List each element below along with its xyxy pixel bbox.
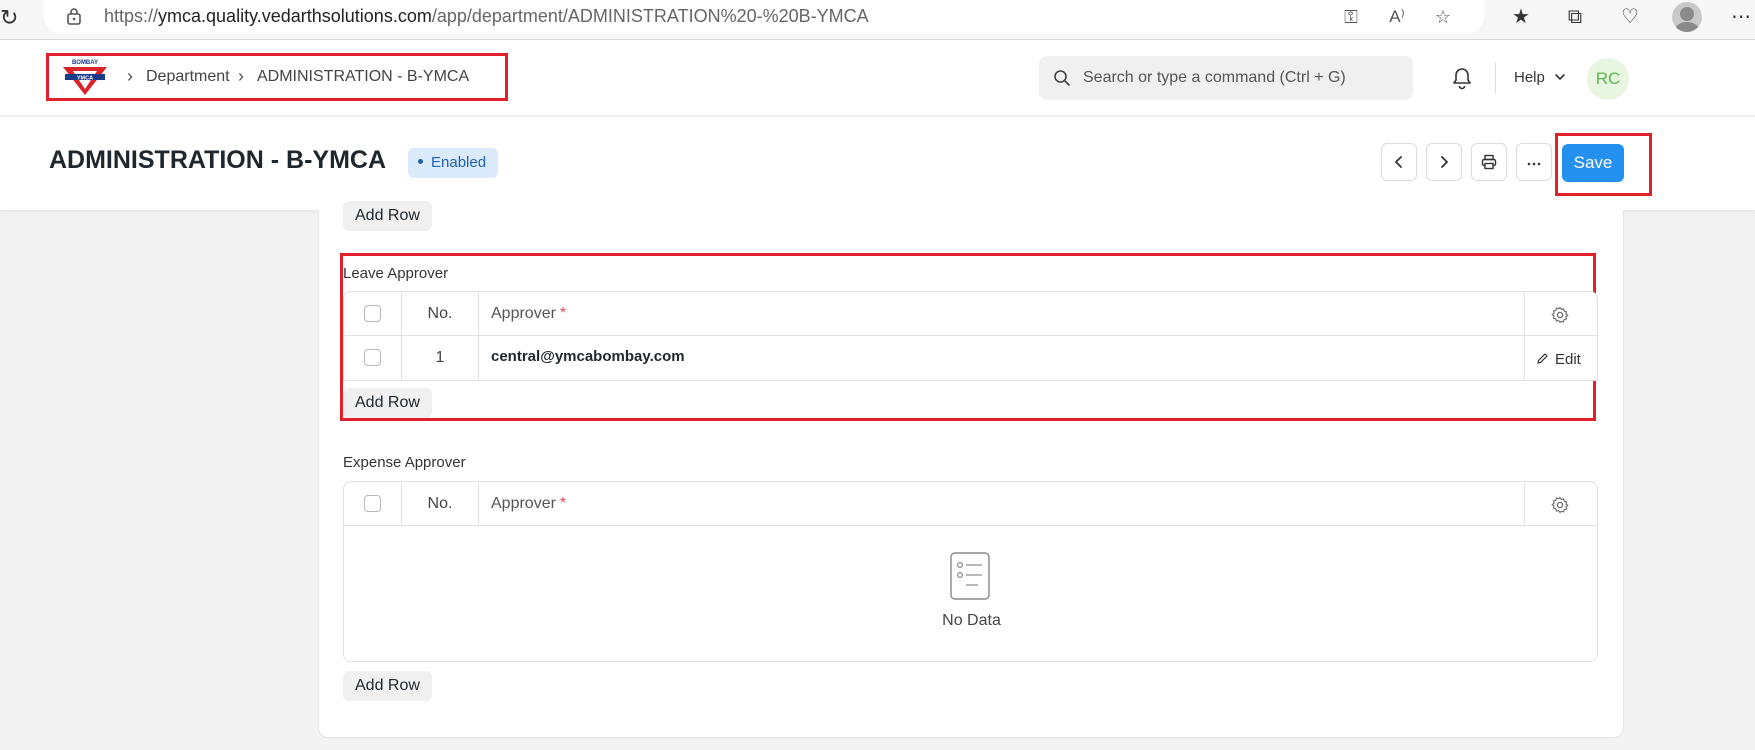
leave-approver-label: Leave Approver <box>343 265 449 282</box>
breadcrumb-highlight: BOMBAY YMCA › Department › ADMINISTRATIO… <box>46 53 508 101</box>
chevron-down-icon[interactable] <box>1554 72 1566 82</box>
notification-bell-icon[interactable] <box>1451 66 1473 90</box>
column-divider <box>478 482 479 526</box>
column-header-approver: Approver * <box>491 305 567 322</box>
add-row-button[interactable]: Add Row <box>343 388 432 418</box>
column-divider <box>478 336 479 380</box>
svg-text:BOMBAY: BOMBAY <box>72 60 98 66</box>
select-all-checkbox[interactable] <box>364 305 381 322</box>
address-bar[interactable]: https://ymca.quality.vedarthsolutions.co… <box>44 0 1484 34</box>
search-input[interactable] <box>1083 64 1403 92</box>
printer-icon <box>1481 154 1497 170</box>
browser-essentials-icon[interactable]: ♡ <box>1614 2 1646 32</box>
favorite-star-icon[interactable]: ☆ <box>1430 4 1456 30</box>
gear-icon[interactable] <box>1551 496 1569 514</box>
key-icon[interactable]: ⚿ <box>1338 4 1364 30</box>
reload-icon[interactable]: ↻ <box>0 4 20 32</box>
row-checkbox[interactable] <box>364 349 381 366</box>
profile-avatar-icon[interactable] <box>1672 2 1702 32</box>
empty-state: No Data <box>344 526 1597 661</box>
no-data-text: No Data <box>942 612 1001 629</box>
previous-record-button[interactable] <box>1381 143 1417 181</box>
column-header-approver: Approver * <box>491 495 567 512</box>
gear-icon[interactable] <box>1551 306 1569 324</box>
expense-approver-table: No. Approver * No Data <box>343 481 1598 662</box>
save-button[interactable]: Save <box>1562 144 1624 182</box>
add-row-button[interactable]: Add Row <box>343 671 432 701</box>
more-options-icon[interactable]: ⋯ <box>1727 2 1755 32</box>
status-badge: Enabled <box>408 148 499 178</box>
chevron-left-icon <box>1394 156 1402 168</box>
empty-list-icon <box>950 552 990 600</box>
ellipsis-icon <box>1527 162 1541 166</box>
navbar-divider <box>1495 62 1496 94</box>
add-row-button[interactable]: Add Row <box>343 201 432 231</box>
chevron-right-icon: › <box>127 66 133 86</box>
column-divider <box>1524 482 1525 526</box>
pencil-icon <box>1537 353 1548 364</box>
column-divider <box>478 292 479 336</box>
table-header-row: No. Approver * <box>344 482 1597 526</box>
breadcrumb-department[interactable]: Department <box>146 68 230 86</box>
search-icon <box>1054 70 1070 86</box>
url-text[interactable]: https://ymca.quality.vedarthsolutions.co… <box>104 6 869 27</box>
chevron-right-icon <box>1441 156 1449 168</box>
breadcrumb-current[interactable]: ADMINISTRATION - B-YMCA <box>257 68 469 86</box>
column-divider <box>1524 292 1525 336</box>
table-row[interactable]: 1 central@ymcabombay.com Edit <box>344 336 1597 380</box>
status-dot-icon <box>418 159 423 164</box>
favorites-icon[interactable]: ★ <box>1505 2 1537 32</box>
column-header-no: No. <box>427 495 453 512</box>
ymca-logo[interactable]: BOMBAY YMCA <box>61 58 109 96</box>
column-divider <box>1524 336 1525 380</box>
next-record-button[interactable] <box>1426 143 1462 181</box>
page-header: ADMINISTRATION - B-YMCA Enabled Save <box>0 117 1755 210</box>
chevron-right-icon: › <box>238 66 244 86</box>
approver-value[interactable]: central@ymcabombay.com <box>491 348 685 365</box>
table-header-row: No. Approver * <box>344 292 1597 336</box>
collections-icon[interactable]: ⧉ <box>1559 2 1591 32</box>
column-header-no: No. <box>427 305 453 322</box>
expense-approver-label: Expense Approver <box>343 454 466 471</box>
app-navbar: BOMBAY YMCA › Department › ADMINISTRATIO… <box>0 40 1755 116</box>
lock-icon[interactable] <box>66 7 82 25</box>
edit-row-button[interactable]: Edit <box>1536 351 1581 368</box>
print-button[interactable] <box>1471 143 1507 181</box>
help-menu[interactable]: Help <box>1514 69 1545 86</box>
leave-approver-table: No. Approver * 1 central@ymcabombay.com E… <box>343 291 1598 381</box>
row-number: 1 <box>435 349 445 366</box>
select-all-checkbox[interactable] <box>364 495 381 512</box>
read-aloud-icon[interactable]: A⁾ <box>1384 4 1410 30</box>
more-actions-button[interactable] <box>1516 143 1552 181</box>
browser-toolbar: ↻ https://ymca.quality.vedarthsolutions.… <box>0 0 1755 40</box>
page-title: ADMINISTRATION - B-YMCA <box>49 146 386 174</box>
svg-text:YMCA: YMCA <box>77 75 93 81</box>
search-bar[interactable] <box>1039 56 1413 100</box>
user-avatar[interactable]: RC <box>1587 58 1629 100</box>
